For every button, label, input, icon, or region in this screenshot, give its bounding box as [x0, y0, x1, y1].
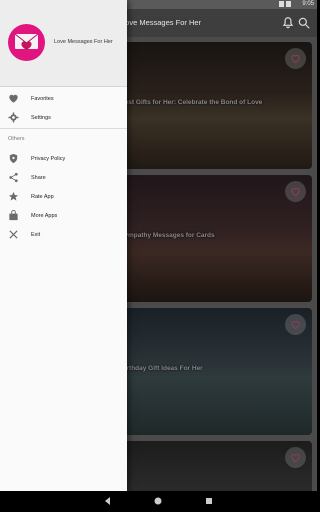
- logo-icon: [14, 33, 39, 50]
- status-icons: [279, 1, 291, 7]
- recent-apps-icon[interactable]: [204, 496, 214, 506]
- bag-icon: [9, 210, 18, 221]
- close-icon: [9, 230, 18, 239]
- menu-item-settings[interactable]: Settings: [0, 109, 127, 126]
- notification-bell-icon[interactable]: [281, 16, 295, 30]
- menu-item-more-apps[interactable]: More Apps: [0, 207, 127, 224]
- menu-label: Exit: [31, 231, 41, 238]
- divider: [0, 128, 127, 129]
- menu-label: Rate App: [31, 193, 54, 200]
- menu-label: Favorites: [31, 95, 54, 102]
- menu-item-rate-app[interactable]: Rate App: [0, 188, 127, 205]
- menu-label: Privacy Policy: [31, 155, 66, 162]
- back-icon[interactable]: [103, 496, 113, 506]
- drawer-app-name: Love Messages For Her: [54, 39, 113, 45]
- menu-item-share[interactable]: Share: [0, 169, 127, 186]
- system-nav-bar: [0, 491, 317, 512]
- menu-item-favorites[interactable]: Favorites: [0, 90, 127, 107]
- app-title: Love Messages For Her: [121, 18, 202, 27]
- status-time: 9:05: [302, 1, 314, 7]
- home-icon[interactable]: [153, 496, 163, 506]
- app-logo: [8, 24, 45, 61]
- search-icon[interactable]: [297, 16, 311, 30]
- gear-icon: [8, 112, 19, 123]
- drawer-header: Love Messages For Her: [0, 0, 127, 87]
- shield-icon: [9, 153, 18, 164]
- share-icon: [9, 172, 18, 183]
- section-label-others: Others: [8, 136, 25, 142]
- menu-label: Settings: [31, 114, 51, 121]
- menu-label: Share: [31, 174, 46, 181]
- menu-item-exit[interactable]: Exit: [0, 226, 127, 243]
- menu-label: More Apps: [31, 212, 58, 219]
- star-icon: [8, 191, 19, 201]
- menu-item-privacy-policy[interactable]: Privacy Policy: [0, 150, 127, 167]
- heart-icon: [9, 94, 18, 103]
- navigation-drawer: Love Messages For Her Favorites Settings…: [0, 0, 127, 491]
